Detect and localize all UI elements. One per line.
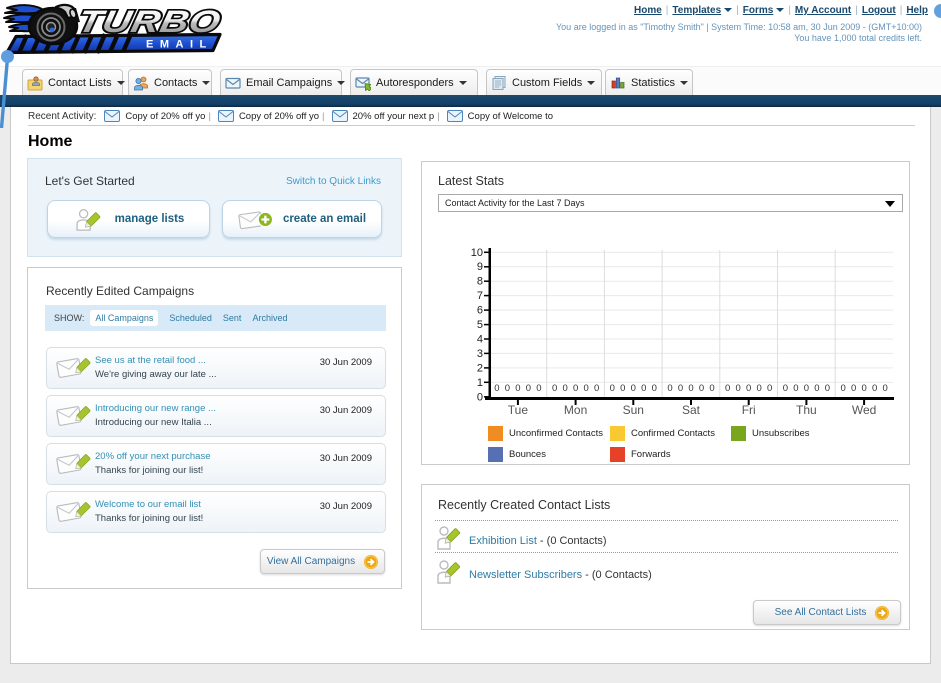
svg-text:6: 6 (477, 305, 483, 317)
svg-text:3: 3 (477, 348, 483, 360)
svg-text:0: 0 (667, 383, 672, 394)
svg-text:0: 0 (725, 383, 730, 394)
svg-text:5: 5 (477, 319, 483, 331)
svg-text:0: 0 (573, 383, 578, 394)
svg-text:0: 0 (494, 383, 499, 394)
svg-text:7: 7 (477, 290, 483, 302)
svg-text:Tue: Tue (508, 403, 529, 417)
svg-text:0: 0 (536, 383, 541, 394)
svg-text:Wed: Wed (852, 403, 876, 417)
svg-text:9: 9 (477, 261, 483, 273)
svg-text:0: 0 (825, 383, 830, 394)
svg-text:0: 0 (583, 383, 588, 394)
svg-text:0: 0 (746, 383, 751, 394)
svg-text:0: 0 (631, 383, 636, 394)
svg-text:0: 0 (610, 383, 615, 394)
svg-text:0: 0 (594, 383, 599, 394)
svg-text:0: 0 (505, 383, 510, 394)
svg-text:0: 0 (562, 383, 567, 394)
svg-text:0: 0 (515, 383, 520, 394)
svg-text:Sat: Sat (682, 403, 701, 417)
svg-text:0: 0 (851, 383, 856, 394)
svg-text:0: 0 (736, 383, 741, 394)
svg-text:Thu: Thu (796, 403, 817, 417)
svg-text:10: 10 (471, 247, 483, 259)
svg-text:0: 0 (620, 383, 625, 394)
svg-text:0: 0 (793, 383, 798, 394)
svg-text:Mon: Mon (564, 403, 587, 417)
svg-text:Sun: Sun (623, 403, 644, 417)
svg-text:0: 0 (688, 383, 693, 394)
svg-text:8: 8 (477, 276, 483, 288)
svg-text:Fri: Fri (742, 403, 756, 417)
svg-text:0: 0 (652, 383, 657, 394)
svg-text:0: 0 (526, 383, 531, 394)
svg-text:TURBO: TURBO (75, 4, 224, 39)
svg-text:0: 0 (872, 383, 877, 394)
svg-text:0: 0 (641, 383, 646, 394)
svg-text:0: 0 (767, 383, 772, 394)
svg-text:EMAIL: EMAIL (146, 39, 213, 51)
svg-text:0: 0 (709, 383, 714, 394)
svg-text:0: 0 (814, 383, 819, 394)
svg-text:0: 0 (882, 383, 887, 394)
svg-text:0: 0 (840, 383, 845, 394)
svg-text:0: 0 (477, 391, 483, 403)
svg-text:0: 0 (783, 383, 788, 394)
svg-text:0: 0 (699, 383, 704, 394)
svg-text:0: 0 (552, 383, 557, 394)
svg-text:0: 0 (757, 383, 762, 394)
svg-text:0: 0 (861, 383, 866, 394)
svg-text:0: 0 (804, 383, 809, 394)
svg-text:0: 0 (678, 383, 683, 394)
svg-text:4: 4 (477, 334, 483, 346)
svg-text:2: 2 (477, 362, 483, 374)
svg-text:1: 1 (477, 377, 483, 389)
